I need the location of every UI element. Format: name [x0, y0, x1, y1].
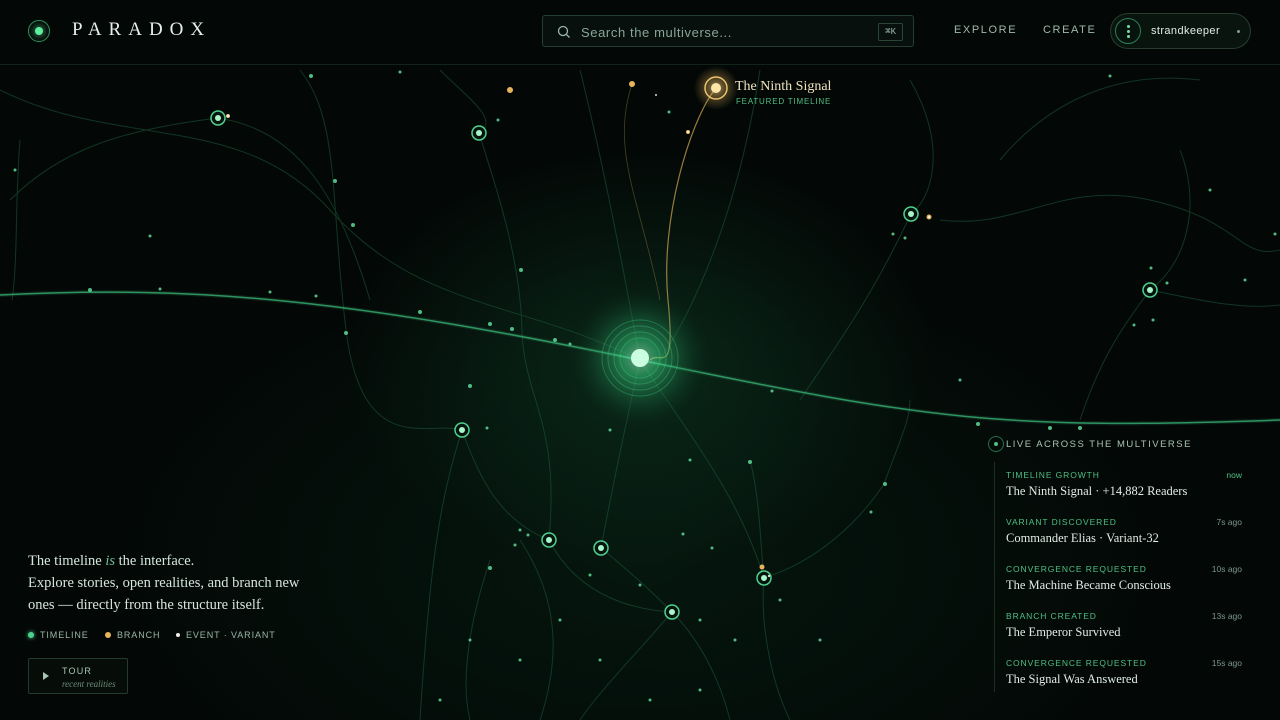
- nav-explore[interactable]: EXPLORE: [954, 24, 1017, 36]
- tour-subtitle: recent realities: [62, 679, 116, 689]
- featured-subtitle: FEATURED TIMELINE: [736, 97, 832, 106]
- top-bar: PARADOX ⌘K EXPLORE CREATE strandkeeper: [0, 0, 1280, 65]
- nav-create[interactable]: CREATE: [1043, 24, 1096, 36]
- feed-item[interactable]: TIMELINE GROWTH now The Ninth Signal · +…: [1006, 462, 1242, 502]
- live-feed: TIMELINE GROWTH now The Ninth Signal · +…: [994, 462, 1245, 692]
- user-menu[interactable]: strandkeeper: [1110, 13, 1251, 49]
- play-icon: [43, 672, 49, 680]
- core-node[interactable]: [631, 349, 649, 367]
- username: strandkeeper: [1151, 25, 1221, 37]
- feed-item[interactable]: VARIANT DISCOVERED 7s ago Commander Elia…: [1006, 509, 1242, 549]
- legend-event-variant: EVENT · VARIANT: [176, 630, 276, 640]
- live-icon: [988, 436, 1004, 452]
- logo-icon[interactable]: [28, 20, 50, 42]
- legend-timeline: TIMELINE: [28, 630, 89, 640]
- tour-label: TOUR: [62, 666, 93, 676]
- shortcut-hint: ⌘K: [878, 23, 903, 41]
- avatar: [1115, 18, 1141, 44]
- feed-item[interactable]: BRANCH CREATED 13s ago The Emperor Survi…: [1006, 603, 1242, 643]
- featured-title[interactable]: The Ninth Signal: [735, 79, 831, 95]
- brand-name[interactable]: PARADOX: [72, 19, 211, 41]
- tour-button[interactable]: TOUR recent realities: [28, 658, 128, 694]
- menu-dot-icon: [1237, 30, 1240, 33]
- search-icon: [557, 25, 570, 38]
- legend-branch: BRANCH: [105, 630, 160, 640]
- feed-item[interactable]: CONVERGENCE REQUESTED 10s ago The Machin…: [1006, 556, 1242, 596]
- live-heading: LIVE ACROSS THE MULTIVERSE: [1006, 439, 1192, 450]
- intro-text: The timeline is the interface. Explore s…: [28, 553, 300, 613]
- search-input[interactable]: [579, 16, 863, 48]
- search-bar[interactable]: ⌘K: [542, 15, 914, 48]
- feed-item[interactable]: CONVERGENCE REQUESTED 15s ago The Signal…: [1006, 650, 1242, 690]
